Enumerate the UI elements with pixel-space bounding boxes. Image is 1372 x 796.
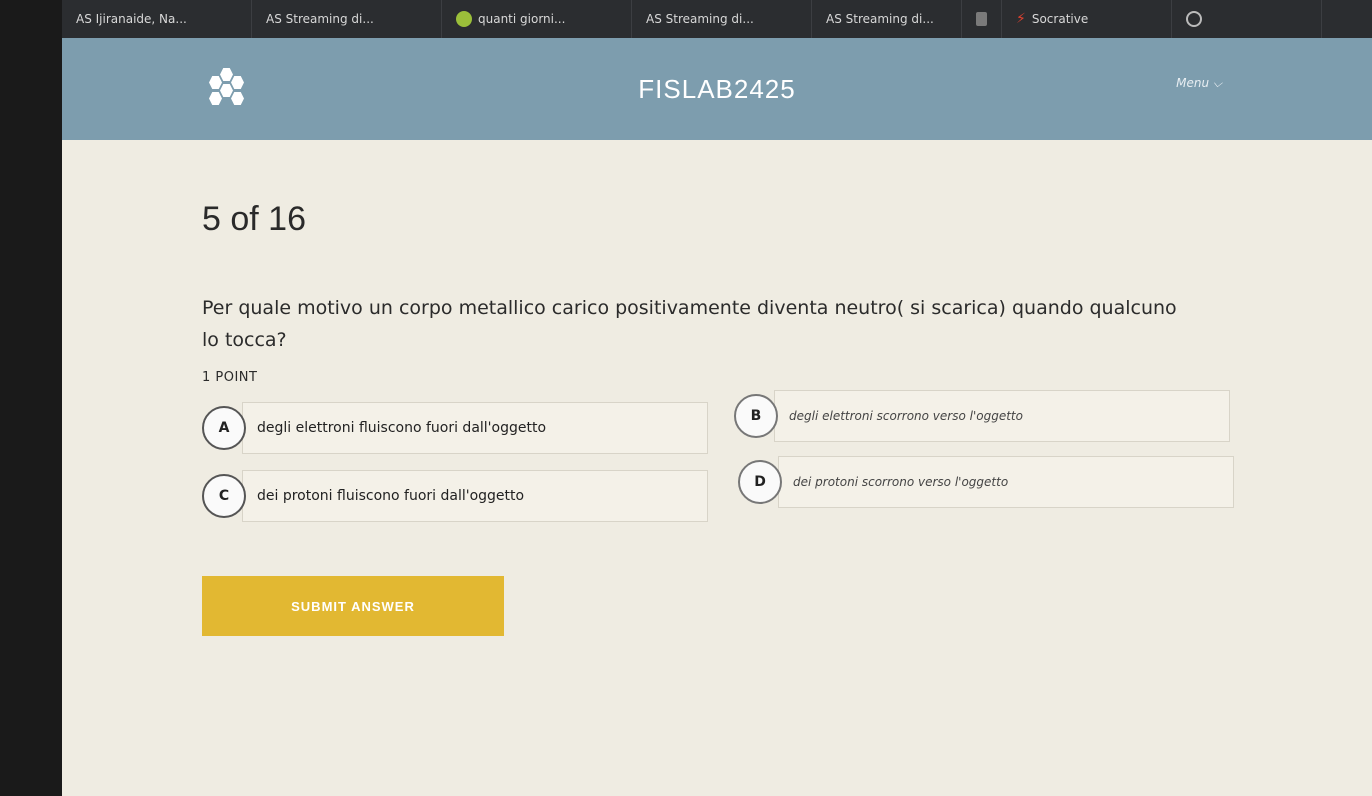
question-text: Per quale motivo un corpo metallico cari… bbox=[202, 297, 1177, 351]
option-text[interactable]: degli elettroni fluiscono fuori dall'ogg… bbox=[242, 402, 708, 454]
browser-tab[interactable]: AS Streaming di... bbox=[632, 0, 812, 38]
tab-label: AS Streaming di... bbox=[646, 12, 754, 26]
option-letter: B bbox=[734, 394, 778, 438]
browser-tab-active[interactable]: ⚡ Socrative bbox=[1002, 0, 1172, 38]
submit-answer-button[interactable]: SUBMIT ANSWER bbox=[202, 576, 504, 636]
tab-label: AS Ijiranaide, Na... bbox=[76, 12, 187, 26]
bolt-icon: ⚡ bbox=[1016, 11, 1026, 27]
browser-tab[interactable] bbox=[1172, 0, 1322, 38]
square-icon bbox=[976, 12, 987, 26]
tab-label: quanti giorni... bbox=[478, 12, 566, 26]
option-letter: C bbox=[202, 474, 246, 518]
browser-tab[interactable]: AS Streaming di... bbox=[812, 0, 962, 38]
screen: AS Ijiranaide, Na... AS Streaming di... … bbox=[62, 0, 1372, 796]
browser-tab[interactable]: AS Streaming di... bbox=[252, 0, 442, 38]
option-letter: A bbox=[202, 406, 246, 450]
option-text[interactable]: degli elettroni scorrono verso l'oggetto bbox=[774, 390, 1230, 442]
answer-option-a[interactable]: A degli elettroni fluiscono fuori dall'o… bbox=[202, 402, 708, 454]
menu-button[interactable]: Menu ⌵ bbox=[1176, 76, 1222, 91]
circle-icon bbox=[456, 11, 472, 27]
browser-tab[interactable]: quanti giorni... bbox=[442, 0, 632, 38]
question-points: 1 POINT bbox=[202, 370, 258, 385]
tab-label: Socrative bbox=[1031, 12, 1089, 26]
answer-option-d[interactable]: D dei protoni scorrono verso l'oggetto bbox=[738, 456, 1234, 508]
browser-tab-bar: AS Ijiranaide, Na... AS Streaming di... … bbox=[62, 0, 1372, 38]
answer-option-c[interactable]: C dei protoni fluiscono fuori dall'ogget… bbox=[202, 470, 708, 522]
globe-icon bbox=[1186, 11, 1202, 27]
option-text[interactable]: dei protoni fluiscono fuori dall'oggetto bbox=[242, 470, 708, 522]
tab-label: AS Streaming di... bbox=[266, 12, 374, 26]
app-header: FISLAB2425 Menu ⌵ bbox=[62, 38, 1372, 140]
tab-label: AS Streaming di... bbox=[826, 12, 934, 26]
answer-option-b[interactable]: B degli elettroni scorrono verso l'ogget… bbox=[734, 390, 1230, 442]
browser-tab[interactable]: AS Ijiranaide, Na... bbox=[62, 0, 252, 38]
option-text[interactable]: dei protoni scorrono verso l'oggetto bbox=[778, 456, 1234, 508]
browser-tab[interactable] bbox=[962, 0, 1002, 38]
option-letter: D bbox=[738, 460, 782, 504]
question-progress: 5 of 16 bbox=[202, 200, 306, 238]
